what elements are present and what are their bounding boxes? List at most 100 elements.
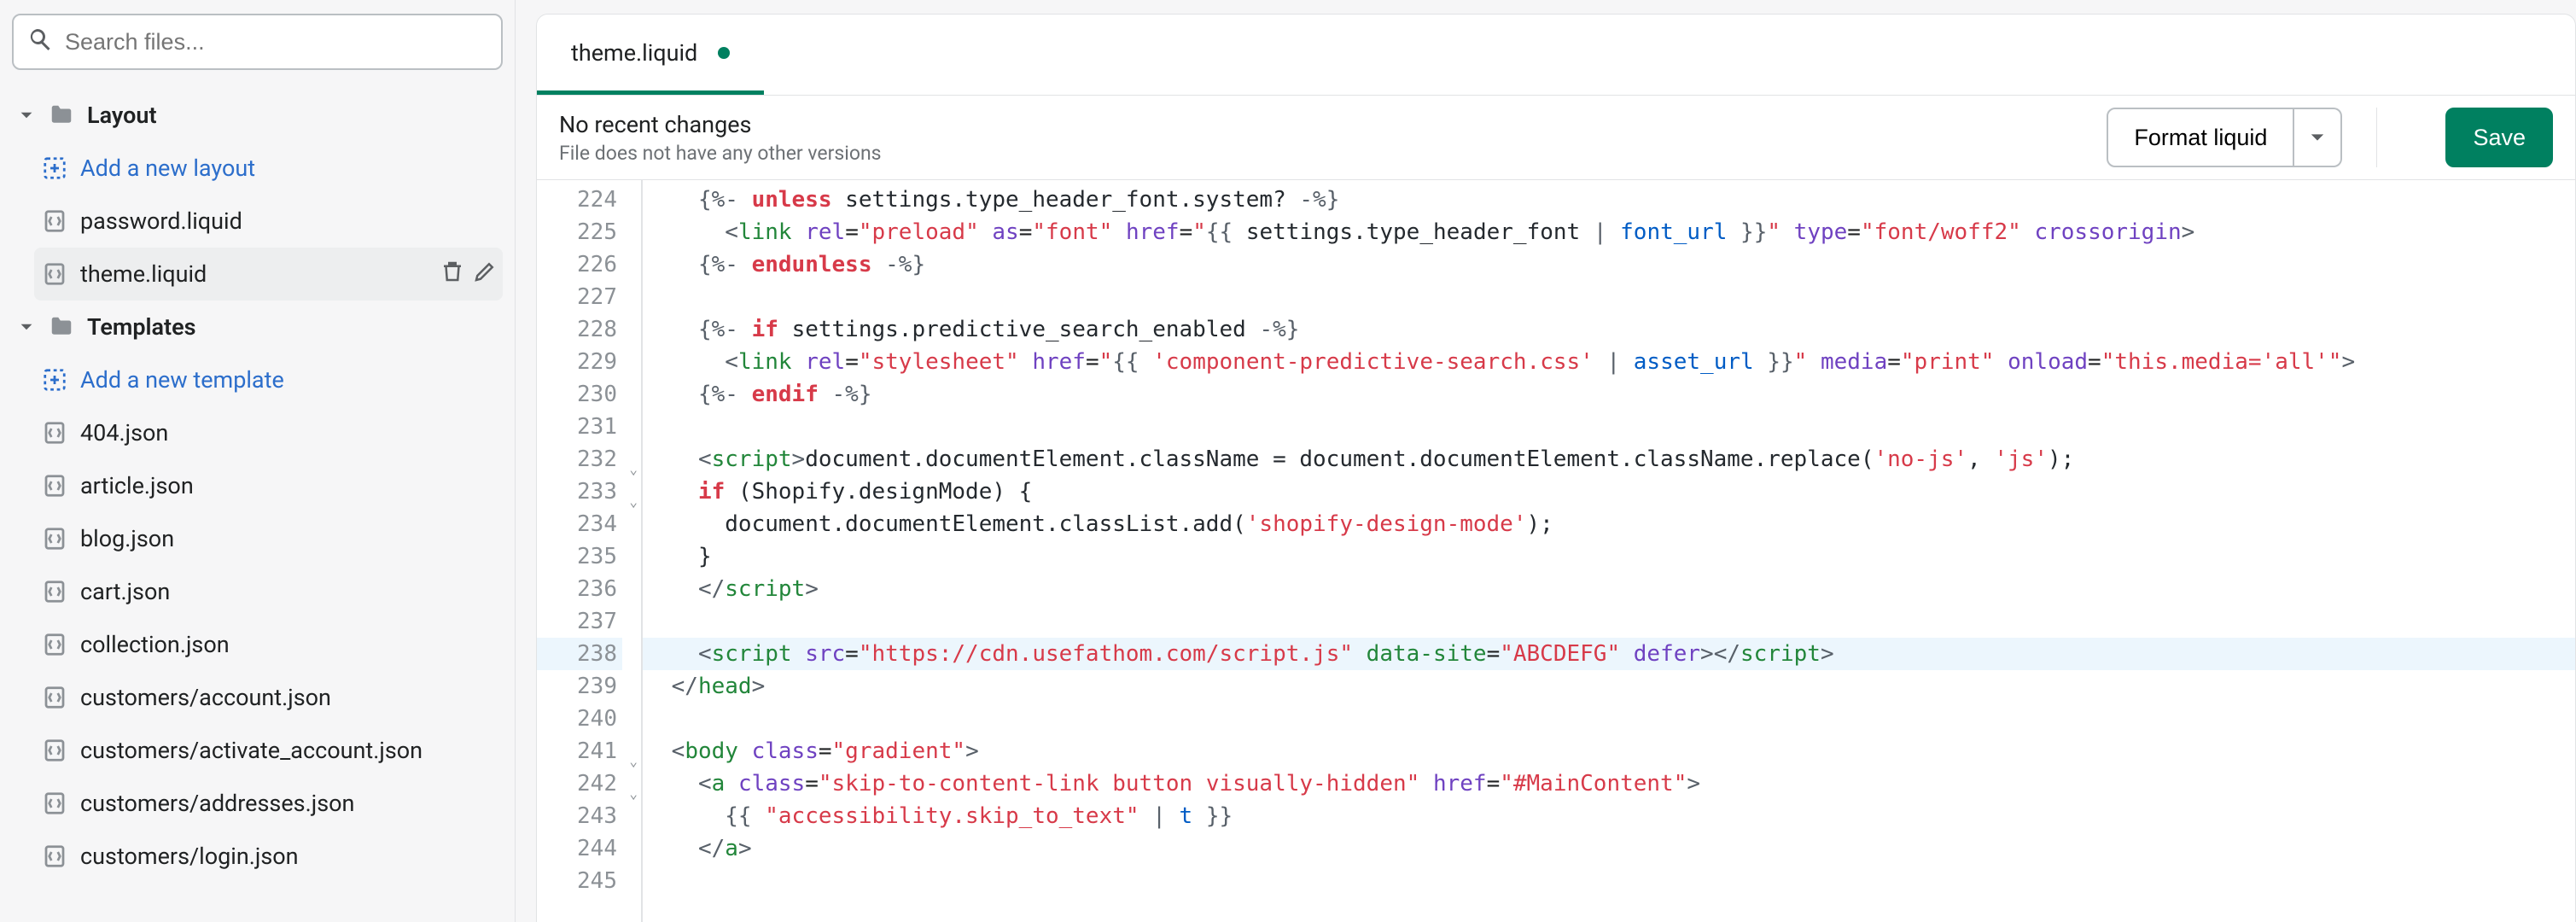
file-label: theme.liquid bbox=[80, 260, 429, 288]
tab-theme-liquid[interactable]: theme.liquid bbox=[537, 15, 764, 95]
file-icon bbox=[39, 259, 70, 289]
edit-icon[interactable] bbox=[472, 259, 498, 290]
code-line[interactable]: {%- unless settings.type_header_font.sys… bbox=[643, 184, 2575, 216]
file-icon bbox=[39, 576, 70, 607]
line-number: 239 bbox=[537, 670, 622, 703]
code-line[interactable] bbox=[643, 703, 2575, 735]
editor-toolbar: No recent changes File does not have any… bbox=[536, 96, 2576, 180]
chevron-down-icon bbox=[17, 320, 36, 334]
file-label: article.json bbox=[80, 472, 498, 499]
file-icon bbox=[39, 470, 70, 501]
code-line[interactable] bbox=[643, 281, 2575, 313]
file-item[interactable]: cart.json bbox=[34, 565, 503, 618]
code-line[interactable]: {{ "accessibility.skip_to_text" | t }} bbox=[643, 800, 2575, 832]
toolbar-divider bbox=[2376, 108, 2377, 167]
tab-label: theme.liquid bbox=[571, 39, 697, 67]
file-icon bbox=[39, 841, 70, 872]
line-gutter: 224225226227228229230231232⌄233⌄23423523… bbox=[537, 180, 622, 922]
code-line[interactable]: </head> bbox=[643, 670, 2575, 703]
file-label: customers/login.json bbox=[80, 843, 498, 870]
file-icon bbox=[39, 788, 70, 819]
add-template-label: Add a new template bbox=[80, 366, 498, 394]
code-line[interactable] bbox=[643, 865, 2575, 897]
section-label: Layout bbox=[87, 102, 498, 129]
code-line[interactable]: {%- endunless -%} bbox=[643, 248, 2575, 281]
add-icon bbox=[39, 153, 70, 184]
delete-icon[interactable] bbox=[440, 259, 465, 290]
file-item[interactable]: customers/addresses.json bbox=[34, 777, 503, 830]
code-line[interactable]: {%- if settings.predictive_search_enable… bbox=[643, 313, 2575, 346]
file-label: customers/addresses.json bbox=[80, 790, 498, 817]
section-templates[interactable]: Templates bbox=[12, 301, 503, 353]
file-icon bbox=[39, 735, 70, 766]
line-number: 242⌄ bbox=[537, 767, 622, 800]
line-number: 230 bbox=[537, 378, 622, 411]
code-line[interactable]: </a> bbox=[643, 832, 2575, 865]
code-line[interactable] bbox=[643, 411, 2575, 443]
save-button[interactable]: Save bbox=[2445, 108, 2553, 167]
code-line[interactable]: <script src="https://cdn.usefathom.com/s… bbox=[643, 638, 2575, 670]
code-column[interactable]: {%- unless settings.type_header_font.sys… bbox=[641, 180, 2575, 922]
file-icon bbox=[39, 629, 70, 660]
chevron-down-icon bbox=[2310, 125, 2325, 151]
folder-icon bbox=[46, 100, 77, 131]
line-number: 229 bbox=[537, 346, 622, 378]
add-layout-link[interactable]: Add a new layout bbox=[34, 142, 503, 195]
search-box[interactable] bbox=[12, 14, 503, 70]
line-number: 243 bbox=[537, 800, 622, 832]
file-item[interactable]: 404.json bbox=[34, 406, 503, 459]
code-line[interactable]: } bbox=[643, 540, 2575, 573]
format-dropdown-button[interactable] bbox=[2294, 108, 2342, 167]
file-item-password[interactable]: password.liquid bbox=[34, 195, 503, 248]
code-line[interactable]: </script> bbox=[643, 573, 2575, 605]
file-item[interactable]: customers/account.json bbox=[34, 671, 503, 724]
file-item[interactable]: article.json bbox=[34, 459, 503, 512]
file-item[interactable]: collection.json bbox=[34, 618, 503, 671]
fold-icon[interactable]: ⌄ bbox=[629, 745, 638, 778]
line-number: 238 bbox=[537, 638, 622, 670]
line-number: 227 bbox=[537, 281, 622, 313]
format-liquid-button[interactable]: Format liquid bbox=[2107, 108, 2294, 167]
code-line[interactable]: {%- endif -%} bbox=[643, 378, 2575, 411]
file-label: blog.json bbox=[80, 525, 498, 552]
line-number: 228 bbox=[537, 313, 622, 346]
fold-icon[interactable]: ⌄ bbox=[629, 453, 638, 486]
line-number: 233⌄ bbox=[537, 476, 622, 508]
line-number: 236 bbox=[537, 573, 622, 605]
line-number: 241⌄ bbox=[537, 735, 622, 767]
line-number: 224 bbox=[537, 184, 622, 216]
line-number: 232⌄ bbox=[537, 443, 622, 476]
search-icon bbox=[27, 26, 53, 58]
add-layout-label: Add a new layout bbox=[80, 155, 498, 182]
add-icon bbox=[39, 365, 70, 395]
code-line[interactable]: if (Shopify.designMode) { bbox=[643, 476, 2575, 508]
code-line[interactable]: <link rel="preload" as="font" href="{{ s… bbox=[643, 216, 2575, 248]
file-item[interactable]: customers/login.json bbox=[34, 830, 503, 883]
file-label: collection.json bbox=[80, 631, 498, 658]
file-item[interactable]: blog.json bbox=[34, 512, 503, 565]
file-label: customers/activate_account.json bbox=[80, 737, 498, 764]
code-line[interactable] bbox=[643, 605, 2575, 638]
fold-icon[interactable]: ⌄ bbox=[629, 778, 638, 810]
file-item-theme[interactable]: theme.liquid bbox=[34, 248, 503, 301]
editor-main: theme.liquid No recent changes File does… bbox=[516, 0, 2576, 922]
tab-bar: theme.liquid bbox=[536, 14, 2576, 96]
code-line[interactable]: <script>document.documentElement.classNa… bbox=[643, 443, 2575, 476]
code-line[interactable]: <a class="skip-to-content-link button vi… bbox=[643, 767, 2575, 800]
code-editor[interactable]: 224225226227228229230231232⌄233⌄23423523… bbox=[536, 180, 2576, 922]
file-item[interactable]: customers/activate_account.json bbox=[34, 724, 503, 777]
code-line[interactable]: <link rel="stylesheet" href="{{ 'compone… bbox=[643, 346, 2575, 378]
status-subtitle: File does not have any other versions bbox=[559, 142, 882, 165]
code-line[interactable]: document.documentElement.classList.add('… bbox=[643, 508, 2575, 540]
file-icon bbox=[39, 523, 70, 554]
section-label: Templates bbox=[87, 313, 498, 341]
code-line[interactable]: <body class="gradient"> bbox=[643, 735, 2575, 767]
add-template-link[interactable]: Add a new template bbox=[34, 353, 503, 406]
dirty-indicator-icon bbox=[718, 47, 730, 59]
status-title: No recent changes bbox=[559, 111, 882, 138]
file-icon bbox=[39, 417, 70, 448]
line-number: 225 bbox=[537, 216, 622, 248]
section-layout[interactable]: Layout bbox=[12, 89, 503, 142]
fold-icon[interactable]: ⌄ bbox=[629, 486, 638, 518]
search-input[interactable] bbox=[65, 29, 487, 55]
